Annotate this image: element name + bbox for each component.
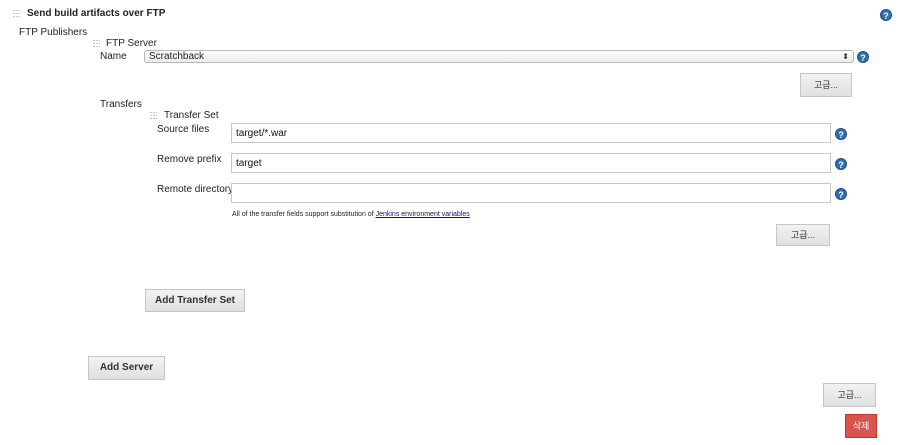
help-icon[interactable]: ? bbox=[880, 9, 892, 21]
ftp-server-drag-handle-icon[interactable] bbox=[93, 40, 100, 49]
remove-prefix-input[interactable] bbox=[231, 153, 831, 173]
drag-handle-icon[interactable] bbox=[13, 10, 20, 19]
select-arrows-icon: ⬍ bbox=[842, 52, 849, 61]
remove-prefix-help-icon[interactable]: ? bbox=[835, 158, 847, 170]
name-help-icon[interactable]: ? bbox=[857, 51, 869, 63]
server-name-select[interactable]: Scratchback ⬍ bbox=[144, 50, 854, 63]
add-server-button[interactable]: Add Server bbox=[88, 356, 165, 380]
substitution-note: All of the transfer fields support subst… bbox=[232, 211, 470, 218]
remote-directory-label: Remote directory bbox=[157, 184, 234, 195]
transfer-set-drag-handle-icon[interactable] bbox=[150, 112, 157, 121]
transfer-advanced-button[interactable]: 고급... bbox=[776, 224, 830, 246]
server-name-value: Scratchback bbox=[149, 51, 205, 62]
remote-directory-help-icon[interactable]: ? bbox=[835, 188, 847, 200]
ftp-server-header: FTP Server bbox=[106, 38, 157, 49]
transfer-set-header: Transfer Set bbox=[164, 110, 219, 121]
jenkins-env-vars-link[interactable]: Jenkins environment variables bbox=[376, 211, 470, 218]
substitution-note-text: All of the transfer fields support subst… bbox=[232, 211, 376, 218]
remote-directory-input[interactable] bbox=[231, 183, 831, 203]
source-files-help-icon[interactable]: ? bbox=[835, 128, 847, 140]
source-files-label: Source files bbox=[157, 124, 210, 135]
remove-prefix-label: Remove prefix bbox=[157, 154, 222, 165]
add-transfer-set-button[interactable]: Add Transfer Set bbox=[145, 289, 245, 312]
server-advanced-button[interactable]: 고급... bbox=[800, 73, 852, 97]
section-title: Send build artifacts over FTP bbox=[27, 8, 166, 19]
bottom-advanced-button[interactable]: 고급... bbox=[823, 383, 876, 407]
ftp-publishers-label: FTP Publishers bbox=[19, 27, 88, 38]
delete-button[interactable]: 삭제 bbox=[845, 414, 877, 438]
source-files-input[interactable] bbox=[231, 123, 831, 143]
name-label: Name bbox=[100, 51, 127, 62]
transfers-label: Transfers bbox=[100, 99, 142, 110]
